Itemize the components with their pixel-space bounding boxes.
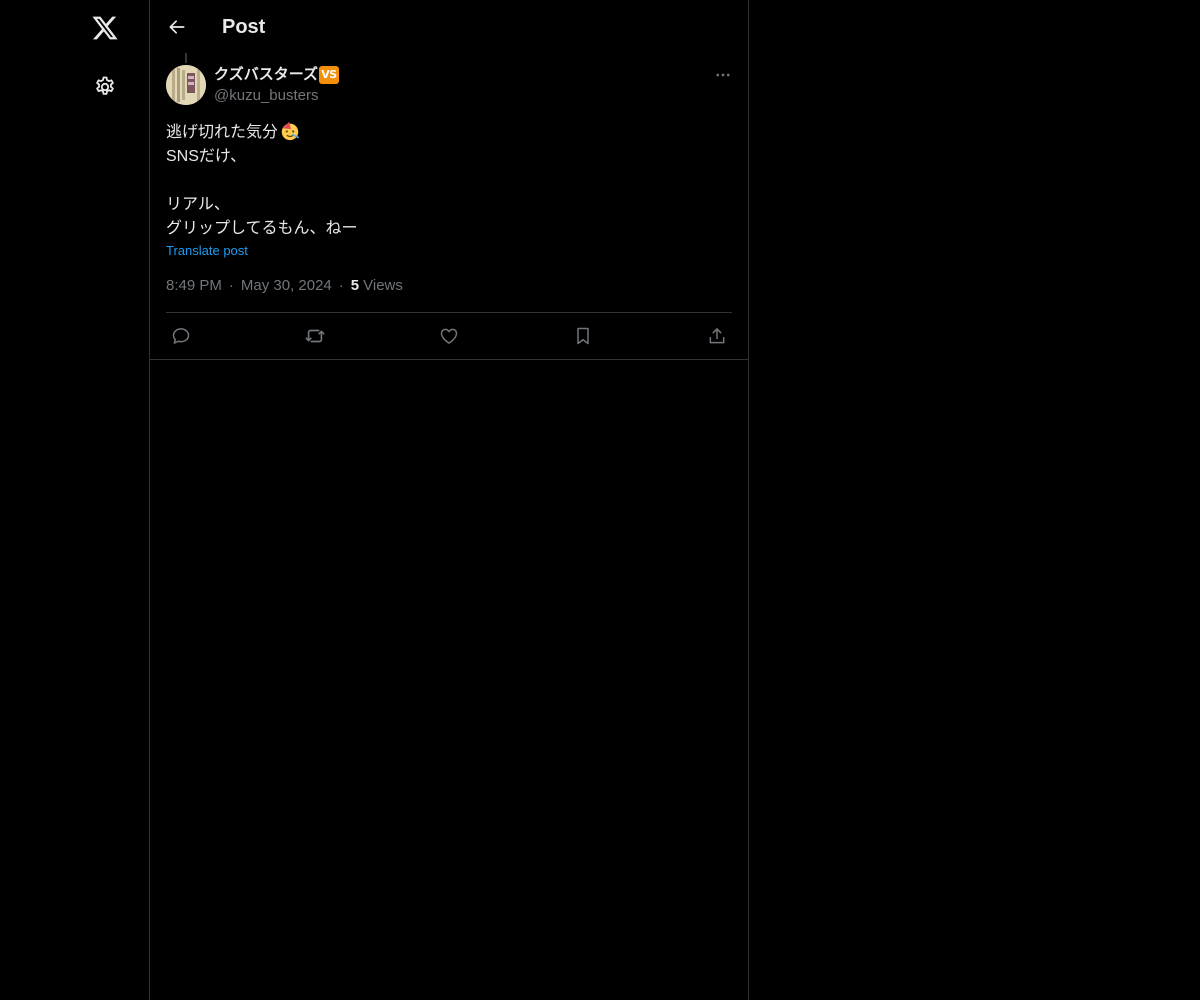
action-bar	[166, 313, 732, 359]
post-time[interactable]: 8:49 PM	[166, 276, 222, 296]
avatar[interactable]	[166, 65, 206, 105]
views-count: 5	[350, 277, 360, 294]
repost-icon	[305, 329, 325, 343]
post: クズバスターズ VS @kuzu_busters 逃げ切れた気分 SNSだけ、 …	[150, 53, 748, 360]
post-text-line: SNSだけ、	[166, 148, 247, 165]
bookmark-button[interactable]	[568, 324, 598, 348]
post-meta: 8:49 PM · May 30, 2024 · 5 Views	[166, 276, 403, 296]
left-nav	[0, 0, 150, 1000]
heart-icon	[440, 328, 458, 344]
post-text-line: グリップしてるもん、ねー	[166, 220, 358, 237]
share-button[interactable]	[702, 324, 732, 348]
main-column: Post クズバスターズ VS @kuzu_busters 逃げ切れた気分 SN…	[149, 0, 749, 1000]
vs-badge: VS	[318, 66, 339, 84]
page-header: Post	[150, 0, 748, 53]
reply-button[interactable]	[166, 324, 196, 348]
author-name[interactable]: クズバスターズ VS	[214, 65, 339, 85]
author-handle[interactable]: @kuzu_busters	[214, 86, 318, 106]
share-icon	[709, 328, 725, 344]
back-button[interactable]	[160, 10, 194, 44]
post-text-line: 逃げ切れた気分	[166, 124, 279, 141]
post-date[interactable]: May 30, 2024	[241, 276, 332, 296]
views-label: Views	[363, 277, 403, 294]
gear-icon[interactable]	[85, 67, 125, 107]
reply-icon	[172, 328, 190, 344]
post-text: 逃げ切れた気分 SNSだけ、 リアル、 グリップしてるもん、ねー	[166, 120, 726, 241]
more-dots-icon	[716, 73, 730, 77]
like-button[interactable]	[434, 324, 464, 348]
meta-separator: ·	[228, 277, 234, 294]
post-text-line: リアル、	[166, 196, 230, 213]
arrow-left-icon	[169, 20, 185, 34]
partying-face-emoji-icon	[279, 120, 301, 142]
translate-post-link[interactable]: Translate post	[166, 242, 248, 260]
repost-button[interactable]	[300, 324, 330, 348]
more-options-button[interactable]	[708, 63, 738, 87]
x-logo-icon[interactable]	[85, 8, 125, 48]
author-name-text: クズバスターズ	[214, 66, 318, 83]
bookmark-icon	[577, 327, 589, 345]
meta-separator: ·	[338, 277, 344, 294]
page-title: Post	[222, 16, 266, 38]
